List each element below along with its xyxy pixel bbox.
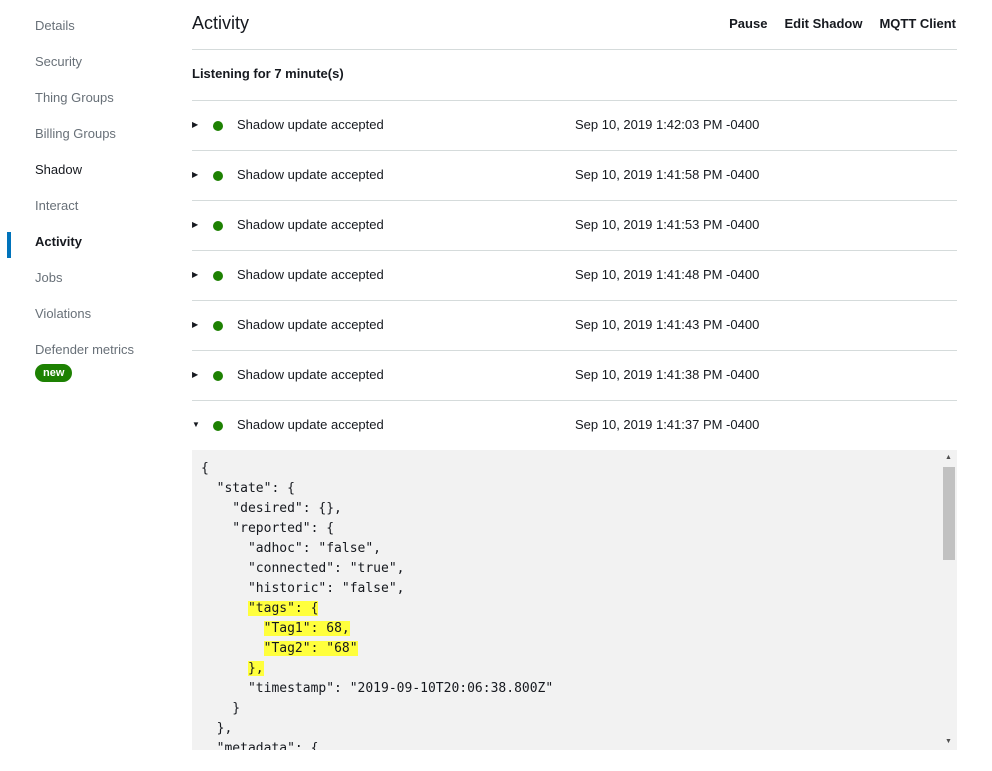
sidebar: Details Security Thing Groups Billing Gr… — [0, 0, 180, 771]
caret-down-icon[interactable]: ▼ — [192, 419, 202, 431]
sidebar-item-security[interactable]: Security — [35, 53, 82, 71]
caret-right-icon[interactable]: ▶ — [192, 369, 202, 381]
code-line: "reported": { — [201, 521, 335, 536]
caret-right-icon[interactable]: ▶ — [192, 119, 202, 131]
row-timestamp: Sep 10, 2019 1:42:03 PM -0400 — [575, 117, 760, 132]
mqtt-client-button[interactable]: MQTT Client — [879, 15, 956, 33]
highlight-marker: }, — [247, 661, 264, 676]
row-timestamp: Sep 10, 2019 1:41:53 PM -0400 — [575, 217, 760, 232]
code-line: "timestamp": "2019-09-10T20:06:38.800Z" — [201, 681, 554, 696]
code-line-highlighted: "Tag1": 68, — [201, 621, 350, 636]
code-line: }, — [201, 721, 233, 736]
scroll-down-arrow-icon[interactable]: ▼ — [940, 735, 957, 749]
status-dot-icon — [213, 421, 223, 431]
row-label: Shadow update accepted — [237, 367, 384, 382]
row-timestamp: Sep 10, 2019 1:41:37 PM -0400 — [575, 417, 760, 432]
sidebar-item-violations[interactable]: Violations — [35, 305, 91, 323]
row-label: Shadow update accepted — [237, 117, 384, 132]
code-line: "historic": "false", — [201, 581, 405, 596]
code-line: "connected": "true", — [201, 561, 405, 576]
code-line: } — [201, 701, 241, 716]
activity-row[interactable]: ▶ Shadow update accepted Sep 10, 2019 1:… — [192, 350, 957, 400]
status-dot-icon — [213, 371, 223, 381]
highlight-marker: "Tag2": "68" — [263, 641, 358, 656]
sidebar-item-billing-groups[interactable]: Billing Groups — [35, 125, 116, 143]
caret-right-icon[interactable]: ▶ — [192, 219, 202, 231]
shadow-json-code: { "state": { "desired": {}, "reported": … — [201, 459, 553, 750]
edit-shadow-button[interactable]: Edit Shadow — [784, 15, 862, 33]
highlight-marker: "tags": { — [247, 601, 319, 616]
scroll-up-arrow-icon[interactable]: ▲ — [940, 451, 957, 465]
code-line: "adhoc": "false", — [201, 541, 382, 556]
status-dot-icon — [213, 321, 223, 331]
code-line-highlighted: "tags": { — [201, 601, 319, 616]
sidebar-item-details[interactable]: Details — [35, 17, 75, 35]
status-dot-icon — [213, 271, 223, 281]
page-title: Activity — [192, 13, 250, 33]
row-label: Shadow update accepted — [237, 167, 384, 182]
caret-right-icon[interactable]: ▶ — [192, 269, 202, 281]
caret-right-icon[interactable]: ▶ — [192, 169, 202, 181]
code-line: "metadata": { — [201, 741, 319, 750]
status-dot-icon — [213, 121, 223, 131]
pause-button[interactable]: Pause — [729, 15, 767, 33]
status-dot-icon — [213, 221, 223, 231]
row-timestamp: Sep 10, 2019 1:41:48 PM -0400 — [575, 267, 760, 282]
active-indicator — [7, 232, 11, 258]
row-label: Shadow update accepted — [237, 417, 384, 432]
code-line: "desired": {}, — [201, 501, 342, 516]
code-line-highlighted: "Tag2": "68" — [201, 641, 358, 656]
row-timestamp: Sep 10, 2019 1:41:38 PM -0400 — [575, 367, 760, 382]
activity-row-expanded[interactable]: ▼ Shadow update accepted Sep 10, 2019 1:… — [192, 400, 957, 450]
header-divider — [192, 49, 957, 50]
activity-row[interactable]: ▶ Shadow update accepted Sep 10, 2019 1:… — [192, 300, 957, 350]
row-label: Shadow update accepted — [237, 217, 384, 232]
vertical-scrollbar[interactable]: ▲ ▼ — [940, 450, 957, 750]
sidebar-item-activity[interactable]: Activity — [35, 233, 82, 251]
sidebar-item-jobs[interactable]: Jobs — [35, 269, 62, 287]
row-timestamp: Sep 10, 2019 1:41:43 PM -0400 — [575, 317, 760, 332]
highlight-marker: "Tag1": 68, — [263, 621, 350, 636]
status-dot-icon — [213, 171, 223, 181]
new-badge: new — [35, 364, 73, 382]
code-line: "state": { — [201, 481, 295, 496]
row-label: Shadow update accepted — [237, 267, 384, 282]
listening-status: Listening for 7 minute(s) — [192, 66, 344, 81]
sidebar-item-shadow[interactable]: Shadow — [35, 161, 82, 179]
code-line-highlighted: }, — [201, 661, 264, 676]
activity-row[interactable]: ▶ Shadow update accepted Sep 10, 2019 1:… — [192, 250, 957, 300]
row-label: Shadow update accepted — [237, 317, 384, 332]
sidebar-item-defender-metrics[interactable]: Defender metrics — [35, 341, 134, 359]
row-timestamp: Sep 10, 2019 1:41:58 PM -0400 — [575, 167, 760, 182]
code-line: { — [201, 461, 209, 476]
header-actions: Pause Edit Shadow MQTT Client — [729, 15, 956, 33]
shadow-json-panel: { "state": { "desired": {}, "reported": … — [192, 450, 957, 750]
activity-row[interactable]: ▶ Shadow update accepted Sep 10, 2019 1:… — [192, 150, 957, 200]
scroll-thumb[interactable] — [943, 467, 955, 560]
sidebar-item-interact[interactable]: Interact — [35, 197, 78, 215]
activity-row[interactable]: ▶ Shadow update accepted Sep 10, 2019 1:… — [192, 100, 957, 150]
caret-right-icon[interactable]: ▶ — [192, 319, 202, 331]
activity-row[interactable]: ▶ Shadow update accepted Sep 10, 2019 1:… — [192, 200, 957, 250]
sidebar-item-thing-groups[interactable]: Thing Groups — [35, 89, 114, 107]
